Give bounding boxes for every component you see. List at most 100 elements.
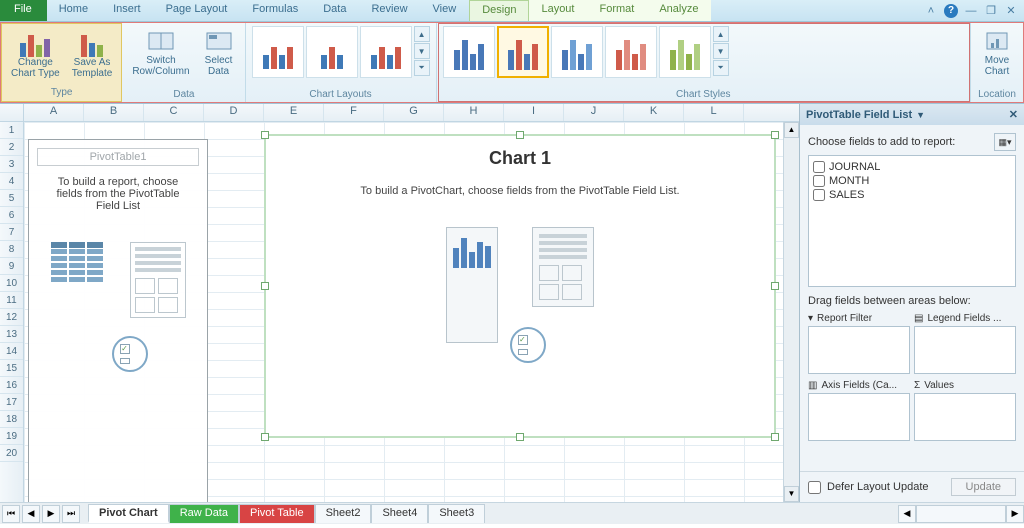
minimize-ribbon-icon[interactable]: ˄ xyxy=(924,4,938,18)
row-header[interactable]: 8 xyxy=(0,241,23,258)
hscroll-right[interactable]: ▶ xyxy=(1006,505,1024,523)
change-chart-type-button[interactable]: Change Chart Type xyxy=(6,26,65,82)
col-header[interactable]: G xyxy=(384,104,444,121)
layouts-up-button[interactable]: ▲ xyxy=(414,26,430,42)
window-close-icon[interactable]: ✕ xyxy=(1004,4,1018,18)
switch-row-column-button[interactable]: Switch Row/Column xyxy=(127,24,194,80)
styles-down-button[interactable]: ▼ xyxy=(713,43,729,59)
tab-insert[interactable]: Insert xyxy=(101,0,154,21)
field-checkbox[interactable] xyxy=(813,189,825,201)
sheet-nav-last[interactable]: ⏭ xyxy=(62,505,80,523)
col-header[interactable]: H xyxy=(444,104,504,121)
window-minimize-icon[interactable]: — xyxy=(964,4,978,18)
resize-handle[interactable] xyxy=(771,282,779,290)
scroll-down-button[interactable]: ▼ xyxy=(784,486,799,502)
row-header[interactable]: 7 xyxy=(0,224,23,241)
file-tab[interactable]: File xyxy=(0,0,47,21)
tab-layout[interactable]: Layout xyxy=(529,0,587,21)
sheet-nav-first[interactable]: ⏮ xyxy=(2,505,20,523)
row-header[interactable]: 13 xyxy=(0,326,23,343)
tab-design[interactable]: Design xyxy=(469,0,529,21)
tab-page-layout[interactable]: Page Layout xyxy=(154,0,241,21)
col-header[interactable]: E xyxy=(264,104,324,121)
field-checkbox[interactable] xyxy=(813,161,825,173)
move-chart-button[interactable]: Move Chart xyxy=(975,24,1019,80)
resize-handle[interactable] xyxy=(771,131,779,139)
row-header[interactable]: 19 xyxy=(0,428,23,445)
field-item[interactable]: MONTH xyxy=(813,174,1011,188)
row-header[interactable]: 11 xyxy=(0,292,23,309)
styles-more-button[interactable]: ⏷ xyxy=(713,60,729,76)
sheet-tab[interactable]: Pivot Chart xyxy=(88,504,169,523)
styles-up-button[interactable]: ▲ xyxy=(713,26,729,42)
row-header[interactable]: 4 xyxy=(0,173,23,190)
layouts-down-button[interactable]: ▼ xyxy=(414,43,430,59)
field-list[interactable]: JOURNAL MONTH SALES xyxy=(808,155,1016,287)
select-data-button[interactable]: Select Data xyxy=(197,24,241,80)
row-header[interactable]: 20 xyxy=(0,445,23,462)
sheet-nav-next[interactable]: ▶ xyxy=(42,505,60,523)
row-header[interactable]: 10 xyxy=(0,275,23,292)
help-icon[interactable]: ? xyxy=(944,4,958,18)
layouts-more-button[interactable]: ⏷ xyxy=(414,60,430,76)
row-header[interactable]: 16 xyxy=(0,377,23,394)
horizontal-scrollbar[interactable]: ◀ ▶ xyxy=(898,505,1024,523)
sheet-tab[interactable]: Pivot Table xyxy=(239,504,315,523)
area-axis-fields[interactable]: ▥Axis Fields (Ca... xyxy=(808,378,910,441)
row-header[interactable]: 12 xyxy=(0,309,23,326)
hscroll-left[interactable]: ◀ xyxy=(898,505,916,523)
layout-option-2[interactable] xyxy=(306,26,358,78)
style-option-4[interactable] xyxy=(605,26,657,78)
col-header[interactable]: A xyxy=(24,104,84,121)
select-all-corner[interactable] xyxy=(0,104,24,121)
col-header[interactable]: I xyxy=(504,104,564,121)
sheet-tab[interactable]: Sheet2 xyxy=(315,504,372,523)
tab-view[interactable]: View xyxy=(421,0,470,21)
col-header[interactable]: C xyxy=(144,104,204,121)
row-header[interactable]: 6 xyxy=(0,207,23,224)
field-checkbox[interactable] xyxy=(813,175,825,187)
resize-handle[interactable] xyxy=(261,433,269,441)
style-option-2[interactable] xyxy=(497,26,549,78)
style-option-1[interactable] xyxy=(443,26,495,78)
panel-close-icon[interactable]: ✕ xyxy=(1009,108,1018,121)
row-header[interactable]: 1 xyxy=(0,122,23,139)
tab-format[interactable]: Format xyxy=(587,0,647,21)
sheet-tab[interactable]: Raw Data xyxy=(169,504,239,523)
pivotchart-object[interactable]: Chart 1 To build a PivotChart, choose fi… xyxy=(264,134,776,438)
defer-checkbox[interactable] xyxy=(808,481,821,494)
area-report-filter[interactable]: ▾Report Filter xyxy=(808,311,910,374)
style-option-3[interactable] xyxy=(551,26,603,78)
style-option-5[interactable] xyxy=(659,26,711,78)
tab-analyze[interactable]: Analyze xyxy=(647,0,711,21)
col-header[interactable]: F xyxy=(324,104,384,121)
cell-grid[interactable]: PivotTable1 To build a report, choose fi… xyxy=(24,122,783,502)
col-header[interactable]: B xyxy=(84,104,144,121)
row-header[interactable]: 15 xyxy=(0,360,23,377)
tab-review[interactable]: Review xyxy=(359,0,420,21)
panel-dropdown-icon[interactable]: ▼ xyxy=(916,110,925,120)
col-header[interactable]: L xyxy=(684,104,744,121)
col-header[interactable]: J xyxy=(564,104,624,121)
tab-home[interactable]: Home xyxy=(47,0,101,21)
resize-handle[interactable] xyxy=(771,433,779,441)
field-item[interactable]: SALES xyxy=(813,188,1011,202)
sheet-tab[interactable]: Sheet3 xyxy=(428,504,485,523)
row-header[interactable]: 5 xyxy=(0,190,23,207)
row-header[interactable]: 17 xyxy=(0,394,23,411)
tab-data[interactable]: Data xyxy=(311,0,359,21)
col-header[interactable]: D xyxy=(204,104,264,121)
tab-formulas[interactable]: Formulas xyxy=(240,0,311,21)
sheet-nav-prev[interactable]: ◀ xyxy=(22,505,40,523)
row-header[interactable]: 3 xyxy=(0,156,23,173)
resize-handle[interactable] xyxy=(516,131,524,139)
row-header[interactable]: 14 xyxy=(0,343,23,360)
layout-option-3[interactable] xyxy=(360,26,412,78)
col-header[interactable]: K xyxy=(624,104,684,121)
resize-handle[interactable] xyxy=(516,433,524,441)
vertical-scrollbar[interactable]: ▲ ▼ xyxy=(783,122,799,502)
area-legend-fields[interactable]: ▤Legend Fields ... xyxy=(914,311,1016,374)
scroll-up-button[interactable]: ▲ xyxy=(784,122,799,138)
row-header[interactable]: 18 xyxy=(0,411,23,428)
layout-option-1[interactable] xyxy=(252,26,304,78)
